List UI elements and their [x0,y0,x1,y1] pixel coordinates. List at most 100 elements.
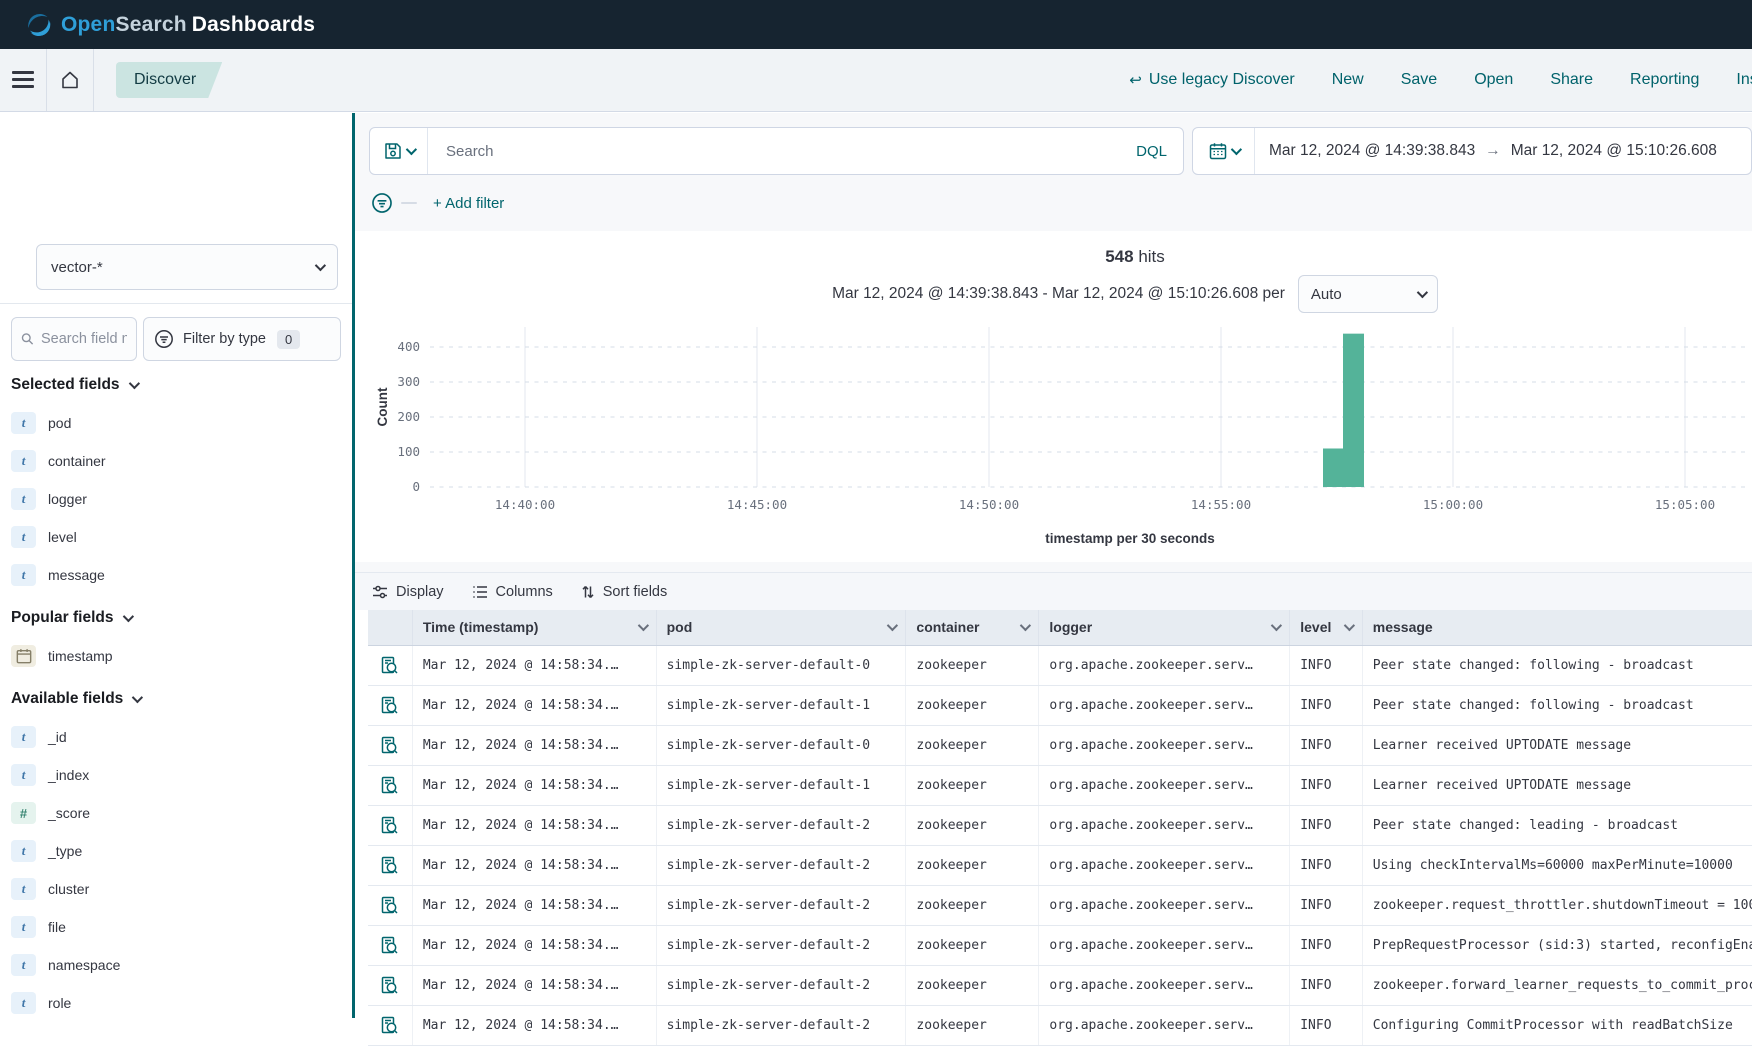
expand-document-cell [368,845,412,885]
section-heading-popular-fields[interactable]: Popular fields [0,598,352,637]
menu-hamburger-icon[interactable] [0,49,46,111]
expand-document-icon[interactable] [368,776,412,795]
message-cell: zookeeper.request_throttler.shutdownTime… [1362,885,1752,925]
nav-menu-item-legacy[interactable]: ↩ Use legacy Discover [1129,71,1294,89]
header-cell-level[interactable]: level [1290,610,1363,645]
nav-menu-item[interactable]: Share [1550,71,1593,89]
add-filter-button[interactable]: + Add filter [433,195,504,212]
home-icon[interactable] [47,49,93,111]
filter-by-type-button[interactable]: Filter by type 0 [143,317,341,361]
chevron-down-icon [315,260,326,271]
field-item-message[interactable]: tmessage [0,556,352,594]
header-cell-Time[interactable]: Time (timestamp) [412,610,656,645]
filter-menu-icon[interactable] [371,192,393,214]
interval-value: Auto [1311,286,1342,303]
expand-document-icon[interactable] [368,1016,412,1035]
expand-document-icon[interactable] [368,696,412,715]
nav-menu-item[interactable]: New [1332,71,1364,89]
expand-document-cell [368,925,412,965]
nav-menu-item[interactable]: Reporting [1630,71,1699,89]
message-cell: Peer state changed: following - broadcas… [1362,685,1752,725]
query-bar: DQL [369,127,1184,175]
section-heading-available-fields[interactable]: Available fields [0,679,352,718]
chevron-down-icon [405,144,416,155]
field-search-box[interactable] [11,317,137,361]
expand-document-icon[interactable] [368,736,412,755]
toolbar-button-label: Display [396,584,444,600]
level-cell: INFO [1290,725,1363,765]
svg-text:14:55:00: 14:55:00 [1191,497,1251,512]
expand-document-icon[interactable] [368,656,412,675]
table-row: Mar 12, 2024 @ 14:58:34.…simple-zk-serve… [368,805,1752,845]
toolbar-button-sort[interactable]: Sort fields [581,584,667,600]
expand-document-icon[interactable] [368,816,412,835]
section-title: Available fields [11,690,123,708]
filter-by-type-label: Filter by type [183,331,266,347]
interval-select[interactable]: Auto [1298,275,1438,313]
filter-circle-icon [154,329,174,349]
svg-text:Count: Count [375,387,390,426]
histogram-chart[interactable]: 14:40:0014:45:0014:50:0014:55:0015:00:00… [355,319,1752,556]
histogram-bar[interactable] [1343,334,1364,487]
field-item-pod[interactable]: tpod [0,404,352,442]
container-cell: zookeeper [906,765,1039,805]
expand-document-icon[interactable] [368,856,412,875]
date-from[interactable]: Mar 12, 2024 @ 14:39:38.843 [1269,142,1475,160]
field-item-level[interactable]: tlevel [0,518,352,556]
container-cell: zookeeper [906,805,1039,845]
container-cell: zookeeper [906,725,1039,765]
filter-row: + Add filter [371,188,1752,218]
expand-document-icon[interactable] [368,896,412,915]
nav-menu-item[interactable]: Inspect [1736,71,1752,89]
query-language-button[interactable]: DQL [1120,143,1183,160]
chevron-down-icon[interactable] [1271,620,1282,631]
expand-document-cell [368,685,412,725]
header-cell-logger[interactable]: logger [1039,610,1290,645]
header-cell-container[interactable]: container [906,610,1039,645]
field-item-logger[interactable]: tlogger [0,480,352,518]
field-item-file[interactable]: tfile [0,908,352,946]
date-range[interactable]: Mar 12, 2024 @ 14:39:38.843 → Mar 12, 20… [1255,142,1731,160]
field-item-_id[interactable]: t_id [0,718,352,756]
chevron-down-icon[interactable] [887,620,898,631]
field-item-namespace[interactable]: tnamespace [0,946,352,984]
expand-document-icon[interactable] [368,976,412,995]
expand-document-icon[interactable] [368,936,412,955]
header-cell-pod[interactable]: pod [656,610,906,645]
field-item-_type[interactable]: t_type [0,832,352,870]
container-cell: zookeeper [906,645,1039,685]
date-quick-select-button[interactable] [1193,128,1255,174]
pod-cell: simple-zk-server-default-2 [656,805,906,845]
field-item-role[interactable]: trole [0,984,352,1022]
field-item-_score[interactable]: #_score [0,794,352,832]
message-cell: PrepRequestProcessor (sid:3) started, re… [1362,925,1752,965]
field-item-timestamp[interactable]: timestamp [0,637,352,675]
table-row: Mar 12, 2024 @ 14:58:34.…simple-zk-serve… [368,765,1752,805]
section-heading-selected-fields[interactable]: Selected fields [0,365,352,404]
date-to[interactable]: Mar 12, 2024 @ 15:10:26.608 [1511,142,1717,160]
nav-menu-item[interactable]: Save [1401,71,1437,89]
pod-cell: simple-zk-server-default-2 [656,885,906,925]
histogram-svg[interactable]: 14:40:0014:45:0014:50:0014:55:0015:00:00… [355,319,1745,551]
field-item-cluster[interactable]: tcluster [0,870,352,908]
time-cell: Mar 12, 2024 @ 14:58:34.… [412,965,656,1005]
toolbar-button-display[interactable]: Display [372,584,444,600]
field-sections: Selected fieldstpodtcontainertloggertlev… [0,365,352,1022]
saved-queries-button[interactable] [370,128,428,174]
svg-text:14:40:00: 14:40:00 [495,497,555,512]
histogram-bar[interactable] [1323,448,1343,487]
field-item-container[interactable]: tcontainer [0,442,352,480]
toolbar-button-columns[interactable]: Columns [472,584,553,600]
field-item-_index[interactable]: t_index [0,756,352,794]
field-label: level [48,529,77,545]
field-label: logger [48,491,87,507]
number-type-badge: # [11,802,36,824]
search-input[interactable] [428,128,1120,174]
nav-menu-item[interactable]: Open [1474,71,1513,89]
index-pattern-select[interactable]: vector-* [36,244,338,290]
chevron-down-icon[interactable] [637,620,648,631]
chevron-down-icon[interactable] [1020,620,1031,631]
breadcrumb[interactable]: Discover [116,62,222,98]
field-search-input[interactable] [41,331,127,347]
chevron-down-icon[interactable] [1344,620,1355,631]
